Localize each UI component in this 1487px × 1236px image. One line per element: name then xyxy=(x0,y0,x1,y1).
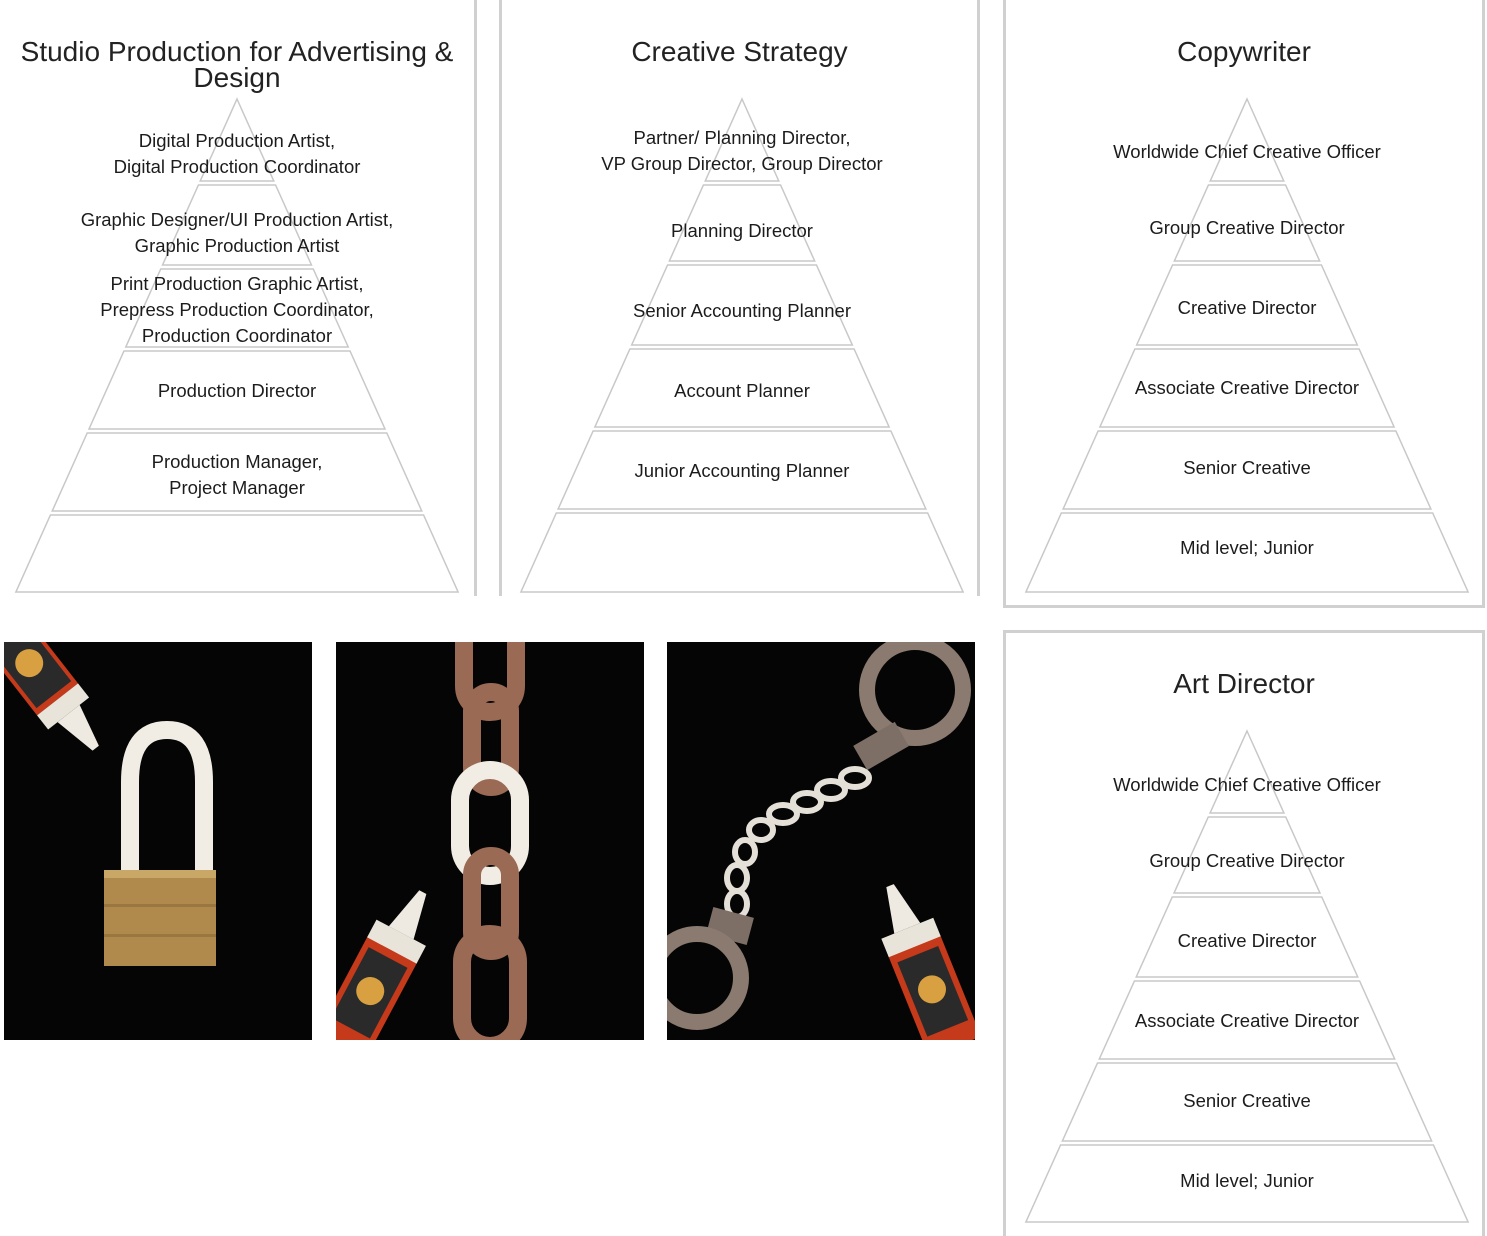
pyramid-level-label: Creative Director xyxy=(1178,928,1317,954)
pyramid-level-label: Account Planner xyxy=(674,378,810,404)
pyramid-level-label: Graphic Designer/UI Production Artist, Gr… xyxy=(81,207,394,259)
padlock-glue-photo xyxy=(4,642,312,1040)
pyramid-level-label: Creative Director xyxy=(1178,295,1317,321)
pyramid-level-label: Associate Creative Director xyxy=(1135,1008,1359,1034)
pyramid-level-label: Digital Production Artist, Digital Produc… xyxy=(114,128,361,180)
pyramid-level-label: Mid level; Junior xyxy=(1180,1168,1314,1194)
pyramid-level-line: Creative Director xyxy=(1177,297,1317,318)
pyramid-level-line: Production Manager, xyxy=(151,451,323,472)
pyramid-level-line: Associate Creative Director xyxy=(1134,377,1360,398)
pyramid-level-label: Partner/ Planning Director, VP Group Dire… xyxy=(601,125,882,177)
pyramid-level-label: Associate Creative Director xyxy=(1135,375,1359,401)
card-title: Copywriter xyxy=(1177,36,1311,67)
pyramid-tier-6 xyxy=(519,512,965,593)
pyramid-level-line: Creative Director xyxy=(1177,930,1317,951)
pyramid-level-label: Junior Accounting Planner xyxy=(635,458,850,484)
pyramid-card-creative-strategy: Creative Strategy Partner/ Planning Dire… xyxy=(499,0,980,596)
pyramid-level-line: Senior Creative xyxy=(1183,1090,1311,1111)
pyramid-level-line: Worldwide Chief Creative Officer xyxy=(1113,774,1381,795)
pyramid-level-line: Digital Production Artist, xyxy=(138,130,336,151)
card-title: Art Director xyxy=(1173,668,1315,699)
pyramid-level-label: Mid level; Junior xyxy=(1180,535,1314,561)
pyramid-level-label: Group Creative Director xyxy=(1149,215,1344,241)
pyramid-level-line: Project Manager xyxy=(169,477,305,498)
pyramid-level-line: Digital Production Coordinator xyxy=(113,156,361,177)
pyramid-level-label: Worldwide Chief Creative Officer xyxy=(1113,772,1381,798)
pyramid-level-line: Production Coordinator xyxy=(141,325,333,346)
pyramid-level-label: Worldwide Chief Creative Officer xyxy=(1113,139,1381,165)
pyramid-level-label: Senior Creative xyxy=(1183,455,1311,481)
pyramid-level-label: Senior Accounting Planner xyxy=(633,298,851,324)
pyramid-level-line: Planning Director xyxy=(671,220,813,241)
pyramid-level-label: Production Manager, Project Manager xyxy=(152,449,323,501)
pyramid-card-copywriter: Copywriter Worldwide Chief Creative Offi… xyxy=(1003,0,1485,608)
pyramid-level-line: Account Planner xyxy=(674,380,810,401)
handcuffs-glue-photo xyxy=(667,642,975,1040)
pyramid-level-line: Senior Accounting Planner xyxy=(632,300,852,321)
pyramid-level-line: Senior Creative xyxy=(1183,457,1311,478)
card-title: Creative Strategy xyxy=(631,36,848,67)
pyramid-level-line: Group Creative Director xyxy=(1149,850,1345,871)
pyramid-level-line: VP Group Director, Group Director xyxy=(601,153,883,174)
pyramid-card-art-director: Art Director Worldwide Chief Creative Of… xyxy=(1003,630,1485,1236)
pyramid-level-line: Graphic Designer/UI Production Artist, xyxy=(80,209,394,230)
pyramid-level-line: Production Director xyxy=(157,380,317,401)
pyramid-level-line: Graphic Production Artist xyxy=(134,235,340,256)
card-title: Studio Production for Advertising & Desi… xyxy=(20,36,454,93)
pyramid-level-line: Mid level; Junior xyxy=(1180,537,1314,558)
pyramid-level-line: Mid level; Junior xyxy=(1180,1170,1314,1191)
pyramid-level-line: Associate Creative Director xyxy=(1134,1010,1360,1031)
pyramid-card-studio-production: Studio Production for Advertising & Desi… xyxy=(0,0,477,596)
pyramid-level-line: Junior Accounting Planner xyxy=(634,460,850,481)
pyramid-level-line: Print Production Graphic Artist, xyxy=(110,273,364,294)
pyramid-level-line: Partner/ Planning Director, xyxy=(633,127,851,148)
pyramid-level-line: Prepress Production Coordinator, xyxy=(100,299,374,320)
pyramid-level-line: Worldwide Chief Creative Officer xyxy=(1113,141,1381,162)
pyramid-level-label: Group Creative Director xyxy=(1149,848,1344,874)
pyramid-level-line: Group Creative Director xyxy=(1149,217,1345,238)
chain-glue-photo xyxy=(336,642,644,1040)
pyramid-level-label: Senior Creative xyxy=(1183,1088,1311,1114)
pyramid-tier-6 xyxy=(14,514,460,593)
pyramid-level-label: Planning Director xyxy=(671,218,813,244)
pyramid-level-label: Print Production Graphic Artist, Prepress… xyxy=(100,271,374,349)
pyramid-level-label: Production Director xyxy=(158,378,316,404)
